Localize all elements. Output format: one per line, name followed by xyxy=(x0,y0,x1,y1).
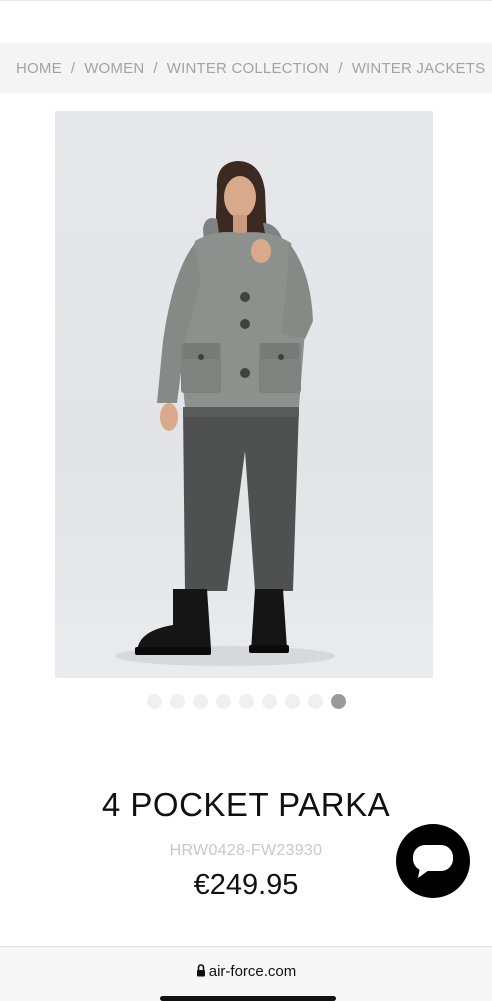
product-title: 4 POCKET PARKA xyxy=(101,786,391,823)
product-image[interactable] xyxy=(55,111,433,678)
gallery-dot[interactable] xyxy=(261,693,277,709)
chat-bubble-icon xyxy=(413,845,453,878)
breadcrumb: HOME / WOMEN / WINTER COLLECTION / WINTE… xyxy=(0,43,492,93)
gallery-dot[interactable] xyxy=(169,693,185,709)
breadcrumb-home[interactable]: HOME xyxy=(16,60,62,77)
gallery-dot[interactable] xyxy=(192,693,208,709)
breadcrumb-separator: / xyxy=(70,59,76,77)
gallery-dot-active[interactable] xyxy=(330,693,346,709)
gallery-dot[interactable] xyxy=(215,693,231,709)
gallery-pagination xyxy=(0,692,492,710)
gallery-dot[interactable] xyxy=(284,693,300,709)
url-text: air-force.com xyxy=(208,963,297,980)
lock-icon xyxy=(196,964,205,977)
top-bar xyxy=(0,0,492,41)
breadcrumb-women[interactable]: WOMEN xyxy=(84,60,144,77)
breadcrumb-separator: / xyxy=(338,59,343,77)
model-illustration xyxy=(115,161,335,666)
breadcrumb-winter-jackets[interactable]: WINTER JACKETS xyxy=(352,60,486,77)
gallery-dot[interactable] xyxy=(146,693,162,709)
gallery-dot[interactable] xyxy=(238,693,254,709)
breadcrumb-winter-collection[interactable]: WINTER COLLECTION xyxy=(167,60,330,77)
breadcrumb-separator: / xyxy=(153,59,158,77)
gallery-dot[interactable] xyxy=(307,693,323,709)
browser-url-bar[interactable]: air-force.com xyxy=(0,946,492,1001)
home-indicator[interactable] xyxy=(160,996,336,1001)
chat-button[interactable] xyxy=(396,824,470,898)
